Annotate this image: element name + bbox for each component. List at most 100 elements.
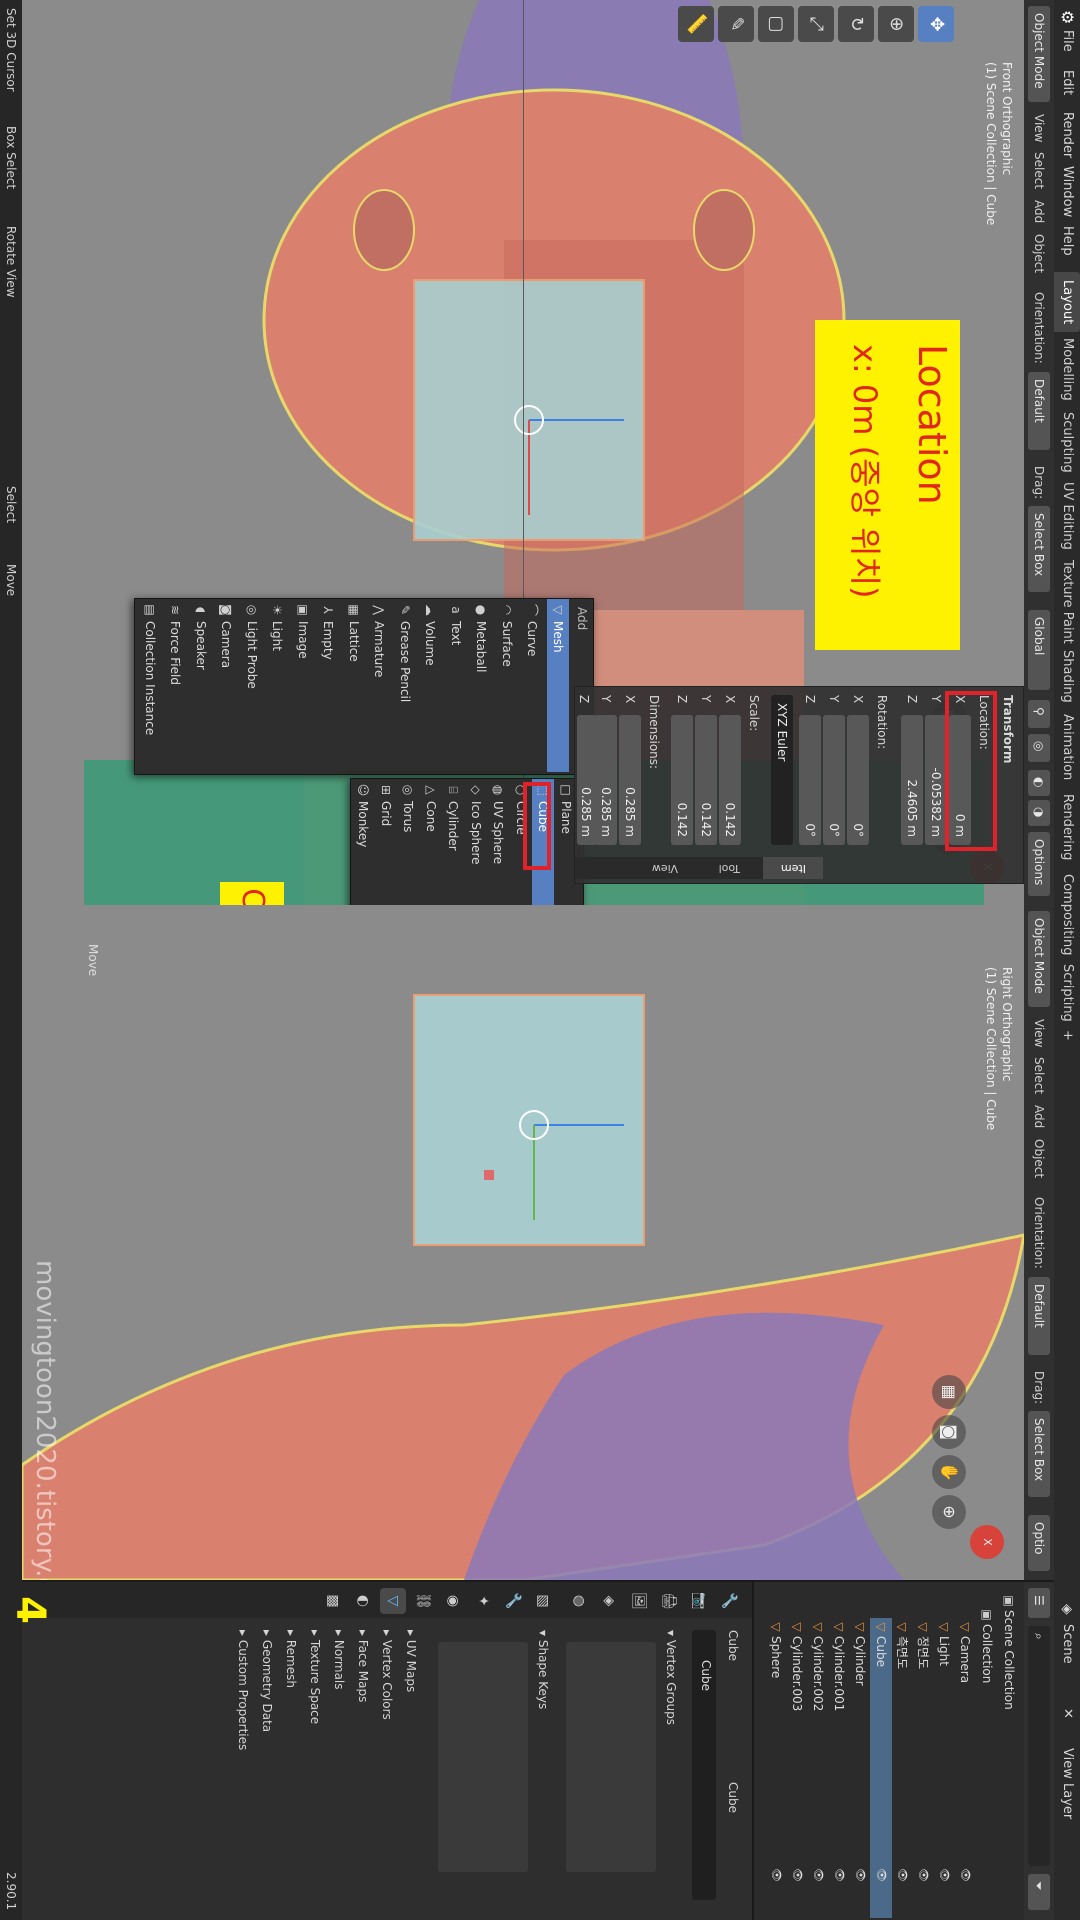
tool-properties-icon[interactable]: 🔧: [716, 1588, 742, 1614]
outliner-scene-collection[interactable]: ▣Scene Collection: [998, 1592, 1020, 1709]
properties-section-texture-space[interactable]: ▸ Texture Space: [304, 1630, 326, 1724]
outliner-item[interactable]: ▽ Cylinder.001 👁: [828, 1618, 850, 1918]
right-grid-view-icon[interactable]: ▦: [932, 1375, 966, 1409]
outliner-item[interactable]: ▽ Camera 👁: [954, 1618, 976, 1918]
scene-properties-icon[interactable]: ◈: [596, 1588, 622, 1614]
properties-section-geometry-data[interactable]: ▸ Geometry Data: [256, 1630, 278, 1732]
tab-animation[interactable]: Animation: [1054, 706, 1080, 788]
mesh-item-monkey[interactable]: ☺ Monkey: [353, 779, 375, 905]
mesh-item-ico-sphere[interactable]: ◇ Ico Sphere: [465, 779, 487, 905]
select-box-icon[interactable]: ▢: [758, 6, 794, 42]
add-menu-item-collection-instance[interactable]: ▤ Collection Instance: [139, 599, 161, 772]
outliner-item[interactable]: ▽ Cylinder.003 👁: [786, 1618, 808, 1918]
render-properties-icon[interactable]: 📷: [686, 1588, 712, 1614]
dimensions-x-field[interactable]: 0.285 m: [619, 715, 641, 845]
shape-keys-section[interactable]: ▾ Shape Keys: [532, 1630, 554, 1709]
mesh-item-uv-sphere[interactable]: ◍ UV Sphere: [488, 779, 510, 905]
scale-x-field[interactable]: 0.142: [719, 715, 741, 845]
view-menu[interactable]: View: [1028, 114, 1050, 142]
tab-layout[interactable]: Layout: [1054, 272, 1080, 333]
add-menu-item-metaball[interactable]: ● Metaball: [471, 599, 493, 772]
menu-help[interactable]: Help: [1054, 218, 1080, 264]
options-dropdown[interactable]: Options: [1028, 832, 1050, 896]
eye-icon[interactable]: 👁: [933, 1868, 955, 1882]
outliner-display-mode-icon[interactable]: ☰: [1028, 1588, 1050, 1618]
rotation-z-field[interactable]: 0°: [799, 715, 821, 845]
scene-selector[interactable]: Scene: [1054, 1616, 1080, 1672]
add-menu-item-force-field[interactable]: ≋ Force Field: [165, 599, 187, 772]
object-menu[interactable]: Object: [1028, 234, 1050, 273]
outliner-item[interactable]: ▽ Light 👁: [933, 1618, 955, 1918]
outliner-item[interactable]: ▽ Cube 👁: [870, 1618, 892, 1918]
texture-icon[interactable]: ▩: [320, 1588, 346, 1614]
location-z-field[interactable]: 2.4605 m: [901, 715, 923, 845]
right-add-menu[interactable]: Add: [1028, 1105, 1050, 1128]
close-scene-icon[interactable]: ✕: [1054, 1700, 1080, 1727]
view-layer-icon[interactable]: 🖼: [626, 1588, 652, 1614]
menu-window[interactable]: Window: [1054, 158, 1080, 225]
outliner-item[interactable]: ▽ Cylinder.002 👁: [807, 1618, 829, 1918]
select-menu[interactable]: Select: [1028, 152, 1050, 189]
right-orthographic-viewport[interactable]: Right Orthographic (1) Scene Collection …: [22, 905, 1024, 1580]
mesh-data-icon[interactable]: ▽: [380, 1588, 406, 1614]
properties-data-name[interactable]: Cube: [722, 1782, 744, 1813]
add-menu-item-mesh[interactable]: ▽ Mesh: [547, 599, 569, 772]
tab-shading[interactable]: Shading: [1054, 642, 1080, 711]
eye-icon[interactable]: 👁: [912, 1868, 934, 1882]
tab-uv-editing[interactable]: UV Editing: [1054, 474, 1080, 558]
tab-texture-paint[interactable]: Texture Paint: [1054, 552, 1080, 652]
tab-tool[interactable]: Tool: [699, 857, 759, 879]
properties-section-remesh[interactable]: ▸ Remesh: [280, 1630, 302, 1688]
world-properties-icon[interactable]: ◍: [566, 1588, 592, 1614]
scale-y-field[interactable]: 0.142: [695, 715, 717, 845]
properties-section-normals[interactable]: ▸ Normals: [328, 1630, 350, 1690]
mesh-item-torus[interactable]: ◎ Torus: [398, 779, 420, 905]
constraints-icon[interactable]: ⛓: [410, 1588, 436, 1614]
right-object-mode-dropdown[interactable]: Object Mode: [1028, 911, 1050, 1007]
add-menu-item-grease-pencil[interactable]: ✎ Grease Pencil: [394, 599, 416, 772]
location-y-field[interactable]: -0.05382 m: [925, 715, 947, 845]
outliner-item[interactable]: ▽ Sphere 👁: [765, 1618, 787, 1918]
view-layer-selector[interactable]: View Layer: [1054, 1740, 1080, 1827]
menu-edit[interactable]: Edit: [1054, 62, 1080, 103]
vertex-groups-section[interactable]: ▾ Vertex Groups: [660, 1630, 682, 1725]
tab-scripting[interactable]: Scripting: [1054, 956, 1080, 1030]
transform-section-header[interactable]: Transform: [997, 695, 1019, 763]
eye-icon[interactable]: 👁: [807, 1868, 829, 1882]
add-menu-item-surface[interactable]: ◠ Surface: [496, 599, 518, 772]
right-drag-dropdown[interactable]: Select Box: [1028, 1411, 1050, 1497]
shape-keys-list[interactable]: [438, 1642, 528, 1872]
scale-z-field[interactable]: 0.142: [671, 715, 693, 845]
right-zoom-icon[interactable]: ⊕: [932, 1495, 966, 1529]
right-axis-x-gizmo[interactable]: X: [970, 1525, 1004, 1559]
snap-icon[interactable]: ⚲: [1028, 700, 1050, 728]
properties-section-custom-properties[interactable]: ▸ Custom Properties: [232, 1630, 254, 1750]
right-hand-icon[interactable]: ✋: [932, 1455, 966, 1489]
menu-render[interactable]: Render: [1054, 104, 1080, 166]
scale-icon[interactable]: ⤢: [798, 6, 834, 42]
tab-modelling[interactable]: Modelling: [1054, 330, 1080, 409]
add-menu-item-volume[interactable]: ☁ Volume: [420, 599, 442, 772]
add-menu-item-light-probe[interactable]: ◎ Light Probe: [241, 599, 263, 772]
object-mode-dropdown[interactable]: Object Mode: [1028, 6, 1050, 102]
eye-icon[interactable]: 👁: [891, 1868, 913, 1882]
right-view-menu[interactable]: View: [1028, 1019, 1050, 1047]
menu-file[interactable]: File: [1054, 22, 1080, 60]
properties-section-face-maps[interactable]: ▸ Face Maps: [352, 1630, 374, 1702]
dimensions-y-field[interactable]: 0.285 m: [595, 715, 617, 845]
properties-section-vertex-colors[interactable]: ▸ Vertex Colors: [376, 1630, 398, 1720]
add-menu-item-armature[interactable]: ⋀ Armature: [369, 599, 391, 772]
tab-rendering[interactable]: Rendering: [1054, 786, 1080, 868]
add-menu-item-speaker[interactable]: ◖ Speaker: [190, 599, 212, 772]
physics-icon[interactable]: ◉: [440, 1588, 466, 1614]
annotate-icon[interactable]: ✎: [718, 6, 754, 42]
mesh-item-cylinder[interactable]: ⌸ Cylinder: [443, 779, 465, 905]
mesh-item-cone[interactable]: △ Cone: [420, 779, 442, 905]
rotation-x-field[interactable]: 0°: [847, 715, 869, 845]
add-menu-item-empty[interactable]: ⅄ Empty: [318, 599, 340, 772]
outliner-collection[interactable]: ▣Collection: [976, 1606, 998, 1683]
mesh-name-field[interactable]: Cube: [692, 1630, 716, 1900]
particles-icon[interactable]: ✦: [470, 1588, 496, 1614]
right-camera-view-icon[interactable]: ◙: [932, 1415, 966, 1449]
right-object-menu[interactable]: Object: [1028, 1139, 1050, 1178]
